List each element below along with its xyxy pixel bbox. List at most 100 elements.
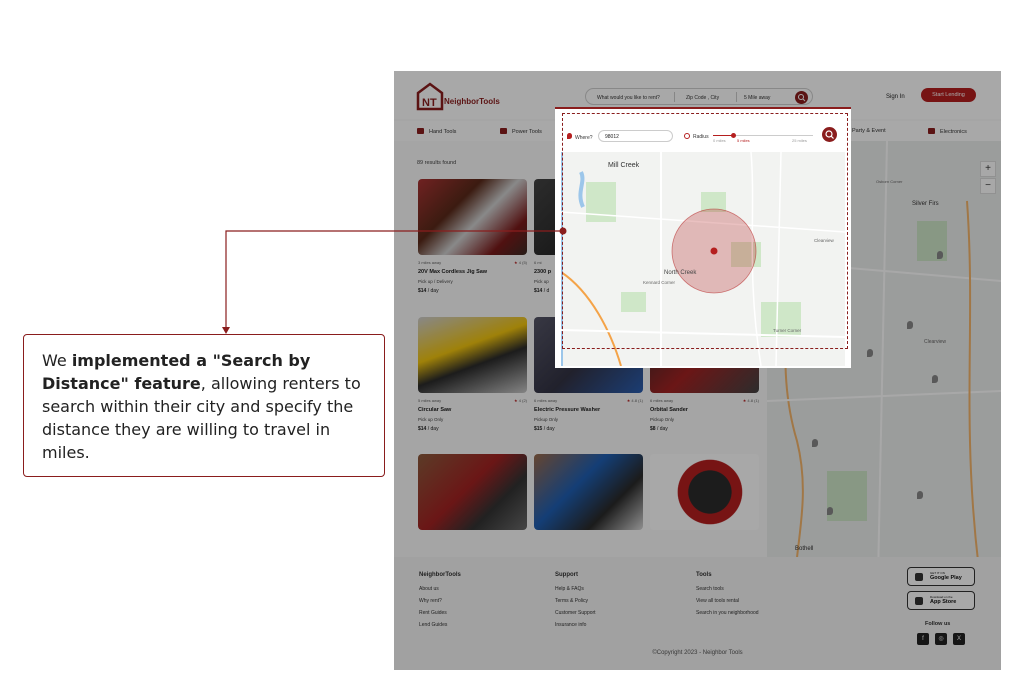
listing-card[interactable]: 5 miles away ★ 4 (2) Circular Saw Pick up…	[418, 317, 527, 432]
hand-tools-icon	[417, 128, 424, 134]
footer-link-lend-guides[interactable]: Lend Guides	[419, 622, 461, 628]
star-icon: ★	[514, 260, 518, 265]
pickup-option: Pick up / Delivery	[418, 279, 453, 284]
map-pin-icon[interactable]	[827, 507, 833, 515]
google-play-badge[interactable]: GET IT ON Google Play	[907, 567, 975, 586]
distance-search-popup: Where? 98012 Radius 0 miles 5 miles 25 m…	[555, 107, 851, 368]
listing-image[interactable]	[418, 317, 527, 393]
category-power-tools[interactable]: Power Tools	[500, 128, 542, 135]
logo-house-icon[interactable]: NT	[416, 81, 516, 111]
pickup-option: Pickup Only	[534, 417, 559, 422]
google-play-icon	[915, 573, 923, 581]
star-icon: ★	[626, 398, 631, 403]
map-pin-icon[interactable]	[812, 439, 818, 447]
apple-icon	[915, 597, 923, 605]
footer-link-help[interactable]: Help & FAQs	[555, 586, 596, 592]
zoom-out-button[interactable]: −	[980, 178, 996, 194]
footer-link-search-tools[interactable]: Search tools	[696, 586, 759, 592]
app-store-badge[interactable]: Download on the App Store	[907, 591, 975, 610]
footer-col-support: Support Help & FAQs Terms & Policy Custo…	[555, 572, 596, 628]
map-pin-icon[interactable]	[907, 321, 913, 329]
distance-label: 6 miles away	[650, 398, 674, 403]
footer-link-support[interactable]: Customer Support	[555, 610, 596, 616]
map-label-bothell: Bothell	[795, 546, 814, 552]
footer-link-why-rent[interactable]: Why rent?	[419, 598, 461, 604]
sign-in-link[interactable]: Sign In	[886, 94, 905, 100]
map-label-silver-firs: Silver Firs	[912, 201, 939, 207]
where-input[interactable]: 98012	[598, 130, 673, 142]
follow-us-label: Follow us	[925, 621, 951, 627]
divider	[674, 92, 675, 102]
electronics-icon	[928, 128, 935, 134]
radius-label: Radius	[684, 133, 709, 140]
rating-value: 4	[518, 260, 521, 265]
site-footer: NeighborTools About us Why rent? Rent Gu…	[394, 557, 1001, 670]
radius-slider[interactable]	[713, 133, 813, 138]
x-twitter-icon[interactable]: X	[953, 633, 965, 645]
footer-link-insurance[interactable]: Insurance info	[555, 622, 596, 628]
map-pin-icon[interactable]	[932, 375, 938, 383]
category-party-event[interactable]: Party & Event	[852, 128, 886, 134]
search-button[interactable]	[795, 91, 808, 104]
footer-link-neighborhood[interactable]: Search in you neighborhood	[696, 610, 759, 616]
map-label-turner-corner: Turner Corner	[773, 328, 802, 333]
map-canvas	[561, 152, 845, 366]
listing-image[interactable]	[418, 179, 527, 255]
map-label-north-creek: North Creek	[664, 270, 697, 276]
distance-label: 3 miles away	[418, 260, 442, 265]
distance-label: 6 mi	[534, 260, 542, 265]
footer-col-tools: Tools Search tools View all tools rental…	[696, 572, 759, 616]
annotation-callout: We implemented a "Search by Distance" fe…	[23, 334, 385, 477]
footer-link-terms[interactable]: Terms & Policy	[555, 598, 596, 604]
listing-card[interactable]: 3 miles away ★ 4 (5) 20V Max Cordless Jig…	[418, 179, 527, 294]
instagram-icon[interactable]: ◎	[935, 633, 947, 645]
radius-map[interactable]: Mill Creek North Creek Kennard Corner Cl…	[561, 152, 845, 366]
footer-link-about[interactable]: About us	[419, 586, 461, 592]
search-icon	[798, 94, 806, 102]
listing-image[interactable]	[534, 454, 643, 530]
location-pin-icon	[567, 133, 572, 139]
slider-min-label: 0 miles	[713, 138, 726, 143]
price: $14	[418, 426, 427, 432]
slider-max-label: 25 miles	[792, 138, 807, 143]
map-label-clearview: Clearview	[814, 238, 834, 243]
map-pin-icon[interactable]	[917, 491, 923, 499]
map-pin-icon[interactable]	[867, 349, 873, 357]
map-label-clearview: Clearview	[924, 339, 946, 345]
presentation-slide: NT NeighborTools What would you like to …	[0, 0, 1024, 683]
star-icon: ★	[514, 398, 518, 403]
map-label-mill-creek: Mill Creek	[608, 162, 640, 169]
listing-card[interactable]	[534, 454, 643, 530]
listing-image[interactable]	[418, 454, 527, 530]
footer-link-view-all[interactable]: View all tools rental	[696, 598, 759, 604]
category-electronics[interactable]: Electronics	[928, 128, 967, 135]
price: $14	[534, 288, 543, 294]
category-hand-tools[interactable]: Hand Tools	[417, 128, 456, 135]
listing-image[interactable]	[650, 454, 759, 530]
zip-city-field[interactable]: Zip Code , City	[686, 95, 719, 101]
map-pin-icon[interactable]	[937, 251, 943, 259]
distance-label: 6 miles away	[534, 398, 558, 403]
logo-text[interactable]: NeighborTools	[444, 97, 500, 106]
pickup-option: Pickup Only	[650, 417, 675, 422]
start-lending-button[interactable]: Start Lending	[921, 88, 976, 102]
slider-handle[interactable]	[730, 133, 736, 138]
footer-link-rent-guides[interactable]: Rent Guides	[419, 610, 461, 616]
star-icon: ★	[742, 398, 747, 403]
facebook-icon[interactable]: f	[917, 633, 929, 645]
price: $15	[534, 426, 543, 432]
pickup-option: Pick up Only	[418, 417, 444, 422]
popup-search-button[interactable]	[822, 127, 837, 142]
divider	[736, 92, 737, 102]
search-input[interactable]: What would you like to rent?	[597, 95, 660, 101]
listing-card[interactable]	[418, 454, 527, 530]
map-label-kennard-corner: Kennard Corner	[643, 280, 676, 285]
results-count: 89 results found	[417, 160, 457, 166]
listing-title: 20V Max Cordless Jig Saw	[418, 269, 488, 275]
zoom-in-button[interactable]: +	[980, 161, 996, 177]
price: $14	[418, 288, 427, 294]
power-tools-icon	[500, 128, 507, 134]
header-search-bar[interactable]: What would you like to rent? Zip Code , …	[585, 88, 813, 105]
distance-dropdown[interactable]: 5 Mile away	[744, 95, 770, 101]
listing-card[interactable]	[650, 454, 759, 530]
